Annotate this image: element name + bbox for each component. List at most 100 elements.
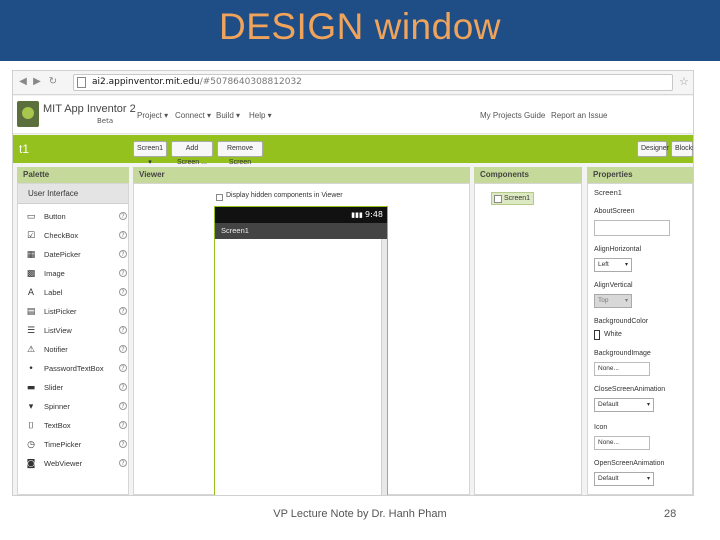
help-icon[interactable]: ? — [119, 326, 127, 334]
palette-item-passwordtextbox[interactable]: • PasswordTextBox? — [18, 360, 128, 379]
prop-label-openscreenanimation: OpenScreenAnimation — [594, 460, 665, 467]
link-my-projects[interactable]: My Projects — [480, 111, 522, 120]
palette-item-label: Spinner — [44, 402, 70, 411]
help-icon[interactable]: ? — [119, 421, 127, 429]
palette-item-label: TextBox — [44, 421, 71, 430]
display-hidden-checkbox[interactable] — [216, 194, 223, 201]
add-screen-button[interactable]: Add Screen ... — [171, 141, 213, 166]
help-icon[interactable]: ? — [119, 269, 127, 277]
menu-build[interactable]: Build ▾ — [216, 111, 240, 120]
phone-scrollbar[interactable] — [381, 239, 387, 495]
color-swatch-white[interactable] — [594, 330, 600, 340]
designer-button[interactable]: Designer — [637, 141, 669, 157]
palette-item-slider[interactable]: ▬ Slider? — [18, 379, 128, 398]
palette-item-label[interactable]: A Label? — [18, 284, 128, 303]
backgroundcolor-value[interactable]: White — [604, 331, 622, 338]
screen-select-button[interactable]: Screen1 ▾ — [133, 141, 167, 166]
icon-input[interactable]: None... — [594, 436, 650, 450]
menu-connect[interactable]: Connect ▾ — [175, 111, 211, 120]
palette-item-label: Image — [44, 269, 65, 278]
menu-help[interactable]: Help ▾ — [249, 111, 272, 120]
app-inventor-logo[interactable] — [17, 101, 39, 127]
backgroundimage-input[interactable]: None... — [594, 362, 650, 376]
app-inventor-screenshot: ◀ ▶ ↻ ai2.appinventor.mit.edu/#507864030… — [12, 70, 694, 496]
viewer-header: Viewer — [133, 167, 470, 183]
timepicker-icon: ◷ — [27, 440, 35, 450]
label-icon: A — [27, 288, 35, 298]
listview-icon: ☰ — [26, 326, 36, 336]
openscreenanimation-value: Default — [598, 475, 619, 482]
status-time: 9:48 — [365, 210, 383, 219]
link-report-issue[interactable]: Report an Issue — [551, 111, 607, 120]
alignvertical-value: Top — [598, 297, 609, 304]
help-icon[interactable]: ? — [119, 345, 127, 353]
blocks-button[interactable]: Blocks — [671, 141, 693, 157]
app-header: MIT App Inventor 2 Beta Project ▾ Connec… — [13, 96, 693, 134]
alignhorizontal-value: Left — [598, 261, 609, 268]
palette-item-checkbox[interactable]: ☑ CheckBox? — [18, 227, 128, 246]
help-icon[interactable]: ? — [119, 231, 127, 239]
component-tree-screen1[interactable]: Screen1 — [491, 192, 535, 205]
bookmark-star-icon[interactable]: ☆ — [679, 75, 689, 88]
palette-item-label: TimePicker — [44, 440, 82, 449]
palette-panel: User Interface ▭ Button? ☑ CheckBox? ▦ Date… — [17, 183, 129, 495]
closescreenanimation-select[interactable]: Default ▾ — [594, 398, 654, 412]
help-icon[interactable]: ? — [119, 307, 127, 315]
forward-icon[interactable]: ▶ — [31, 75, 43, 89]
palette-category-user-interface[interactable]: User Interface — [18, 184, 128, 204]
help-icon[interactable]: ? — [119, 383, 127, 391]
signal-icon: ▮▮▮ — [351, 211, 366, 219]
alignvertical-select[interactable]: Top ▾ — [594, 294, 632, 308]
properties-panel: Screen1 AboutScreen AlignHorizontal Left… — [587, 183, 693, 495]
reload-icon[interactable]: ↻ — [47, 75, 59, 89]
palette-item-label: Button — [44, 212, 66, 221]
palette-item-label: DatePicker — [44, 250, 81, 259]
prop-label-backgroundimage: BackgroundImage — [594, 350, 651, 357]
slide-title: DESIGN window — [218, 6, 502, 47]
aboutscreen-textarea[interactable] — [594, 220, 670, 236]
palette-item-listview[interactable]: ☰ ListView? — [18, 322, 128, 341]
project-name: t1 — [19, 142, 30, 156]
help-icon[interactable]: ? — [119, 440, 127, 448]
menu-project[interactable]: Project ▾ — [137, 111, 168, 120]
help-icon[interactable]: ? — [119, 212, 127, 220]
palette-item-timepicker[interactable]: ◷ TimePicker? — [18, 436, 128, 455]
phone-preview[interactable]: ▮▮▮ 9:48 Screen1 — [214, 206, 388, 495]
help-icon[interactable]: ? — [119, 459, 127, 467]
help-icon[interactable]: ? — [119, 402, 127, 410]
dropdown-arrow-icon: ▾ — [624, 298, 628, 304]
palette-item-label: ListPicker — [44, 307, 77, 316]
image-icon: ▩ — [26, 269, 36, 279]
viewer-panel: Display hidden components in Viewer ▮▮▮ … — [133, 183, 470, 495]
remove-screen-button[interactable]: Remove Screen — [217, 141, 263, 166]
palette-item-webviewer[interactable]: ◙ WebViewer? — [18, 455, 128, 474]
palette-item-label: Notifier — [44, 345, 68, 354]
help-icon[interactable]: ? — [119, 288, 127, 296]
palette-item-label: Slider — [44, 383, 64, 392]
webviewer-icon: ◙ — [26, 459, 36, 469]
address-bar[interactable]: ai2.appinventor.mit.edu/#507864030881203… — [73, 74, 673, 91]
components-panel: Screen1 — [474, 183, 582, 495]
link-guide[interactable]: Guide — [524, 111, 545, 120]
dropdown-arrow-icon: ▾ — [624, 262, 628, 268]
datepicker-icon: ▦ — [26, 250, 36, 260]
components-header: Components — [474, 167, 582, 183]
help-icon[interactable]: ? — [119, 250, 127, 258]
palette-item-textbox[interactable]: ⌷ TextBox? — [18, 417, 128, 436]
alignhorizontal-select[interactable]: Left ▾ — [594, 258, 632, 272]
dropdown-arrow-icon: ▾ — [646, 402, 650, 408]
palette-item-notifier[interactable]: ⚠ Notifier? — [18, 341, 128, 360]
palette-item-image[interactable]: ▩ Image? — [18, 265, 128, 284]
palette-item-label: PasswordTextBox — [44, 364, 104, 373]
palette-item-label: CheckBox — [44, 231, 79, 240]
button-icon: ▭ — [26, 212, 36, 222]
openscreenanimation-select[interactable]: Default ▾ — [594, 472, 654, 486]
palette-item-button[interactable]: ▭ Button? — [18, 208, 128, 227]
back-icon[interactable]: ◀ — [17, 75, 29, 89]
app-edition: Beta — [97, 117, 114, 125]
palette-item-spinner[interactable]: ▾ Spinner? — [18, 398, 128, 417]
help-icon[interactable]: ? — [119, 364, 127, 372]
phone-status-bar: ▮▮▮ 9:48 — [215, 207, 387, 223]
palette-item-listpicker[interactable]: ▤ ListPicker? — [18, 303, 128, 322]
palette-item-datepicker[interactable]: ▦ DatePicker? — [18, 246, 128, 265]
